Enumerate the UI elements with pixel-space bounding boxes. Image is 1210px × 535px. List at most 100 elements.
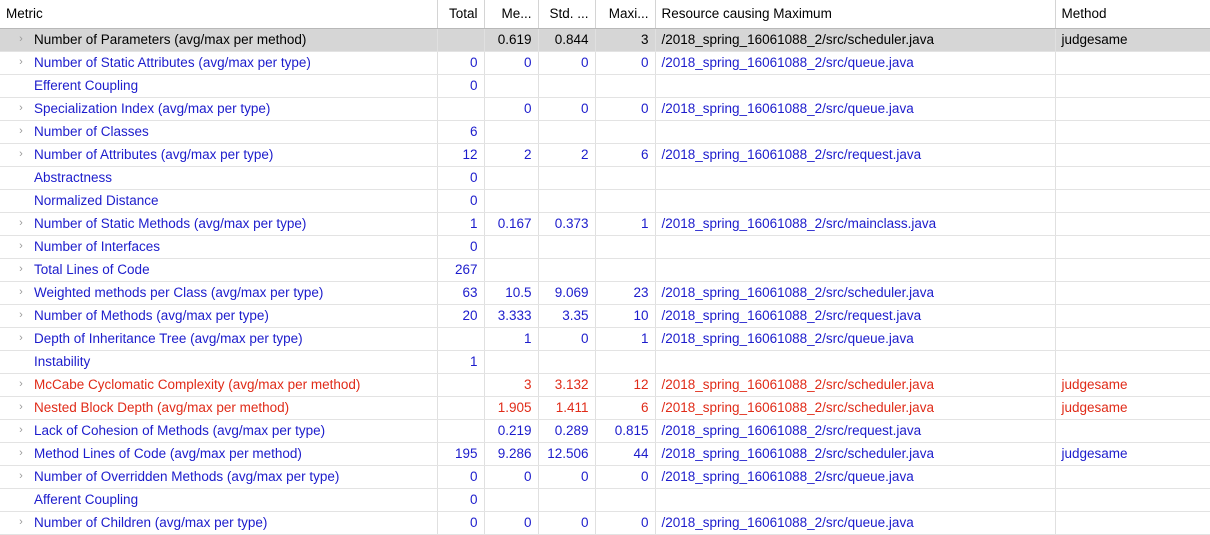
- chevron-right-icon[interactable]: ›: [0, 149, 30, 160]
- metric-name-cell[interactable]: › Number of Static Methods (avg/max per t…: [0, 212, 438, 236]
- metric-label: Number of Static Methods (avg/max per ty…: [34, 215, 307, 231]
- table-row[interactable]: › Weighted methods per Class (avg/max per…: [0, 281, 1210, 305]
- metric-label: Lack of Cohesion of Methods (avg/max per…: [34, 422, 326, 438]
- metric-name-cell[interactable]: › Nested Block Depth (avg/max per method): [0, 396, 438, 420]
- chevron-right-icon[interactable]: ›: [0, 333, 30, 344]
- table-row[interactable]: › Number of Static Attributes (avg/max pe…: [0, 51, 1210, 75]
- metric-method-cell: [1055, 419, 1210, 443]
- table-row[interactable]: › Nested Block Depth (avg/max per method)…: [0, 396, 1210, 420]
- chevron-right-icon[interactable]: ›: [0, 517, 30, 528]
- column-header-total[interactable]: Total: [437, 0, 485, 29]
- metric-name-cell[interactable]: › McCabe Cyclomatic Complexity (avg/max p…: [0, 373, 438, 397]
- metric-name-cell[interactable]: ›Afferent Coupling: [0, 488, 438, 512]
- table-row[interactable]: ›Abstractness0: [0, 166, 1210, 190]
- table-row[interactable]: ›Afferent Coupling0: [0, 488, 1210, 512]
- metric-resource-cell: /2018_spring_16061088_2/src/queue.java: [655, 97, 1056, 121]
- chevron-right-icon[interactable]: ›: [0, 264, 30, 275]
- chevron-right-icon[interactable]: ›: [0, 448, 30, 459]
- table-row[interactable]: › Number of Overridden Methods (avg/max p…: [0, 465, 1210, 489]
- metric-maximum-cell: 1: [595, 327, 656, 351]
- metric-name-cell[interactable]: › Number of Overridden Methods (avg/max p…: [0, 465, 438, 489]
- table-row[interactable]: › Number of Methods (avg/max per type) 20 3…: [0, 304, 1210, 328]
- chevron-right-icon[interactable]: ›: [0, 379, 30, 390]
- metric-name-cell[interactable]: › Lack of Cohesion of Methods (avg/max pe…: [0, 419, 438, 443]
- chevron-right-icon[interactable]: ›: [0, 34, 30, 45]
- metric-resource-cell: [655, 166, 1056, 190]
- metric-name-cell[interactable]: › Total Lines of Code: [0, 258, 438, 282]
- metric-name-cell[interactable]: › Number of Classes: [0, 120, 438, 144]
- table-row[interactable]: › Lack of Cohesion of Methods (avg/max pe…: [0, 419, 1210, 443]
- metric-name-cell[interactable]: › Depth of Inheritance Tree (avg/max per …: [0, 327, 438, 351]
- chevron-right-icon[interactable]: ›: [0, 218, 30, 229]
- table-row[interactable]: › Number of Parameters (avg/max per metho…: [0, 28, 1210, 52]
- chevron-right-icon[interactable]: ›: [0, 471, 30, 482]
- chevron-right-icon[interactable]: ›: [0, 103, 30, 114]
- column-header-maximum[interactable]: Maxi...: [595, 0, 656, 29]
- metric-method-cell: [1055, 304, 1210, 328]
- table-row[interactable]: › Number of Attributes (avg/max per type)…: [0, 143, 1210, 167]
- metric-total-cell: 0: [437, 51, 485, 75]
- chevron-right-icon[interactable]: ›: [0, 241, 30, 252]
- metric-total-cell: 1: [437, 212, 485, 236]
- metric-name-cell[interactable]: › Weighted methods per Class (avg/max per…: [0, 281, 438, 305]
- chevron-right-icon[interactable]: ›: [0, 310, 30, 321]
- table-row[interactable]: › Number of Interfaces 0: [0, 235, 1210, 259]
- metric-total-cell: [437, 373, 485, 397]
- chevron-right-icon[interactable]: ›: [0, 57, 30, 68]
- metric-name-cell[interactable]: › Number of Children (avg/max per type): [0, 511, 438, 535]
- metric-method-cell: [1055, 74, 1210, 98]
- metric-std-cell: [538, 350, 596, 374]
- table-row[interactable]: › Number of Static Methods (avg/max per t…: [0, 212, 1210, 236]
- metric-total-cell: [437, 97, 485, 121]
- metric-method-cell: judgesame: [1055, 373, 1210, 397]
- metric-std-cell: [538, 74, 596, 98]
- column-header-std[interactable]: Std. ...: [538, 0, 596, 29]
- metric-maximum-cell: 12: [595, 373, 656, 397]
- chevron-right-icon[interactable]: ›: [0, 287, 30, 298]
- metric-name-cell[interactable]: › Specialization Index (avg/max per type): [0, 97, 438, 121]
- metric-std-cell: [538, 488, 596, 512]
- chevron-right-icon[interactable]: ›: [0, 126, 30, 137]
- metric-method-cell: [1055, 235, 1210, 259]
- metric-mean-cell: [484, 189, 539, 213]
- table-row[interactable]: › Method Lines of Code (avg/max per metho…: [0, 442, 1210, 466]
- table-row[interactable]: ›Efferent Coupling0: [0, 74, 1210, 98]
- metric-name-cell[interactable]: › Number of Static Attributes (avg/max pe…: [0, 51, 438, 75]
- metric-resource-cell: [655, 258, 1056, 282]
- metric-mean-cell: 3: [484, 373, 539, 397]
- metric-total-cell: 0: [437, 488, 485, 512]
- metric-std-cell: 1.411: [538, 396, 596, 420]
- column-header-method[interactable]: Method: [1055, 0, 1210, 29]
- metric-name-cell[interactable]: ›Efferent Coupling: [0, 74, 438, 98]
- metric-mean-cell: [484, 74, 539, 98]
- table-row[interactable]: › Number of Children (avg/max per type) 0 0…: [0, 511, 1210, 535]
- column-header-resource[interactable]: Resource causing Maximum: [655, 0, 1056, 29]
- metric-name-cell[interactable]: › Number of Attributes (avg/max per type): [0, 143, 438, 167]
- chevron-right-icon[interactable]: ›: [0, 402, 30, 413]
- table-row[interactable]: › Specialization Index (avg/max per type)…: [0, 97, 1210, 121]
- metric-name-cell[interactable]: › Number of Methods (avg/max per type): [0, 304, 438, 328]
- column-header-metric[interactable]: Metric: [0, 0, 438, 29]
- table-row[interactable]: › Number of Classes 6: [0, 120, 1210, 144]
- metric-total-cell: [437, 419, 485, 443]
- table-row[interactable]: › Total Lines of Code 267: [0, 258, 1210, 282]
- chevron-right-icon[interactable]: ›: [0, 425, 30, 436]
- metric-mean-cell: [484, 258, 539, 282]
- metric-name-cell[interactable]: ›Instability: [0, 350, 438, 374]
- metric-name-cell[interactable]: › Number of Parameters (avg/max per metho…: [0, 28, 438, 52]
- metric-name-cell[interactable]: › Method Lines of Code (avg/max per metho…: [0, 442, 438, 466]
- metric-name-cell[interactable]: ›Normalized Distance: [0, 189, 438, 213]
- table-row[interactable]: › Depth of Inheritance Tree (avg/max per …: [0, 327, 1210, 351]
- table-row[interactable]: ›Instability1: [0, 350, 1210, 374]
- metric-total-cell: 267: [437, 258, 485, 282]
- metric-mean-cell: 3.333: [484, 304, 539, 328]
- metric-name-cell[interactable]: ›Abstractness: [0, 166, 438, 190]
- column-header-mean[interactable]: Me...: [484, 0, 539, 29]
- metric-mean-cell: [484, 120, 539, 144]
- metric-method-cell: [1055, 51, 1210, 75]
- table-row[interactable]: ›Normalized Distance0: [0, 189, 1210, 213]
- metric-name-cell[interactable]: › Number of Interfaces: [0, 235, 438, 259]
- table-row[interactable]: › McCabe Cyclomatic Complexity (avg/max p…: [0, 373, 1210, 397]
- metric-mean-cell: [484, 350, 539, 374]
- metric-maximum-cell: 3: [595, 28, 656, 52]
